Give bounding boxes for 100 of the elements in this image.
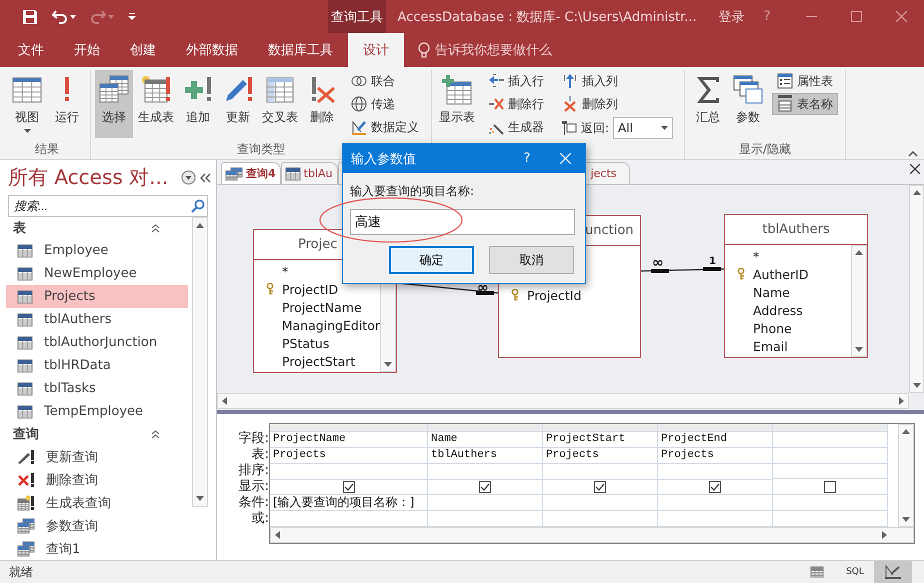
ribbon-button[interactable]: 生成表 bbox=[135, 70, 177, 138]
column-selector[interactable] bbox=[428, 424, 542, 432]
close-tab-button[interactable] bbox=[910, 164, 920, 174]
field-name[interactable]: * bbox=[753, 248, 760, 264]
field-name[interactable]: Email bbox=[753, 338, 788, 354]
parameter-input[interactable]: 高速 bbox=[350, 209, 575, 235]
help-button[interactable]: ? bbox=[509, 151, 545, 166]
nav-item[interactable]: 查询1 bbox=[6, 537, 188, 560]
design-view-button[interactable] bbox=[874, 561, 912, 583]
ribbon-tab[interactable]: 文件 bbox=[3, 33, 59, 67]
field-name[interactable]: ProjectId bbox=[527, 288, 582, 302]
sign-in-link[interactable]: 登录 bbox=[718, 8, 745, 26]
column-selector[interactable] bbox=[658, 424, 772, 432]
field-name[interactable]: Name bbox=[753, 284, 790, 300]
scrollbar[interactable] bbox=[909, 185, 924, 393]
ribbon-button[interactable]: 删除行 bbox=[483, 93, 549, 115]
field-cell[interactable]: ProjectName bbox=[270, 432, 427, 448]
field-name[interactable]: ProjectStart bbox=[282, 354, 356, 368]
return-dropdown[interactable]: All bbox=[613, 117, 674, 139]
tell-me-text[interactable]: 告诉我你想要做什么 bbox=[435, 41, 552, 59]
nav-group-label[interactable]: 查询 bbox=[13, 425, 39, 443]
ribbon-tab[interactable]: 外部数据 bbox=[171, 33, 253, 67]
ribbon-button[interactable]: 联合 bbox=[346, 70, 424, 92]
collapse-ribbon-button[interactable] bbox=[908, 151, 918, 157]
nav-item[interactable]: NewEmployee bbox=[6, 262, 188, 285]
nav-item[interactable]: tblAuthers bbox=[6, 308, 188, 331]
ribbon-button[interactable]: 数据定义 bbox=[346, 116, 424, 138]
scrollbar[interactable] bbox=[192, 217, 208, 507]
nav-item[interactable]: 生成表查询 bbox=[6, 491, 188, 514]
document-tab[interactable]: tblAu bbox=[280, 162, 338, 184]
scrollbar[interactable] bbox=[851, 245, 867, 357]
table-cell[interactable]: tblAuthers bbox=[428, 448, 542, 464]
nav-item[interactable]: tblAuthorJunction bbox=[6, 331, 188, 354]
nav-item[interactable]: 更新查询 bbox=[6, 445, 188, 468]
nav-item[interactable]: Employee bbox=[6, 239, 188, 262]
field-name[interactable]: ProjectName bbox=[282, 300, 362, 314]
field-name[interactable]: Address bbox=[753, 302, 803, 318]
nav-item[interactable]: Projects bbox=[6, 285, 188, 308]
ribbon-button[interactable]: 显示表 bbox=[436, 70, 478, 138]
ribbon-button[interactable]: 参数 bbox=[729, 70, 768, 138]
ribbon-button[interactable]: 插入行 bbox=[483, 70, 549, 92]
criteria-cell[interactable]: [输入要查询的项目名称：] bbox=[273, 495, 414, 510]
column-selector[interactable] bbox=[543, 424, 657, 432]
ok-button[interactable]: 确定 bbox=[389, 246, 474, 274]
field-cell[interactable]: ProjectEnd bbox=[658, 432, 772, 448]
ribbon-button[interactable]: 属性表 bbox=[772, 70, 838, 92]
field-list-window[interactable]: tblAuthers * AutherID Name Address Phone Email bbox=[724, 214, 868, 358]
ribbon-button[interactable]: 交叉表 bbox=[259, 70, 301, 138]
customize-button[interactable] bbox=[126, 10, 138, 22]
ribbon-button[interactable]: 传递 bbox=[346, 93, 424, 115]
nav-item[interactable]: 删除查询 bbox=[6, 468, 188, 491]
field-name[interactable]: AutherID bbox=[753, 266, 808, 282]
sql-view-button[interactable]: SQL bbox=[836, 561, 874, 583]
field-name[interactable]: Phone bbox=[753, 320, 792, 336]
search-field[interactable]: 搜索... bbox=[12, 198, 191, 214]
nav-item[interactable]: tblHRData bbox=[6, 354, 188, 377]
ribbon-tab[interactable]: 设计 bbox=[348, 33, 404, 67]
show-checkbox[interactable] bbox=[824, 480, 836, 493]
nav-item[interactable]: 参数查询 bbox=[6, 514, 188, 537]
search-box[interactable]: 搜索... bbox=[8, 195, 208, 217]
column-selector[interactable] bbox=[773, 424, 887, 432]
ribbon-button[interactable]: 删除 bbox=[303, 70, 341, 138]
table-cell[interactable]: Projects bbox=[270, 448, 427, 464]
nav-item[interactable]: TempEmployee bbox=[6, 400, 188, 423]
scrollbar[interactable] bbox=[270, 527, 914, 543]
ribbon-tab[interactable]: 数据库工具 bbox=[253, 33, 348, 67]
show-checkbox[interactable] bbox=[342, 480, 354, 493]
scrollbar[interactable] bbox=[898, 424, 914, 527]
field-name[interactable]: ProjectID bbox=[282, 282, 338, 296]
ribbon-button[interactable]: 汇总 bbox=[689, 70, 728, 138]
ribbon-button[interactable]: 插入列 bbox=[557, 70, 678, 92]
field-name[interactable]: PStatus bbox=[282, 336, 330, 350]
query-icon bbox=[17, 540, 35, 556]
cancel-button[interactable]: 取消 bbox=[489, 246, 574, 274]
ribbon-button[interactable]: 追加 bbox=[179, 70, 217, 138]
ribbon-button[interactable]: 表名称 bbox=[772, 93, 838, 115]
ribbon-button[interactable]: 生成器 bbox=[483, 116, 549, 138]
ribbon-button[interactable]: 删除列 bbox=[557, 93, 678, 115]
nav-pane-title[interactable]: 所有 Access 对... bbox=[8, 164, 177, 191]
field-name[interactable]: ManagingEditor bbox=[282, 318, 380, 332]
table-cell[interactable]: Projects bbox=[543, 448, 657, 464]
table-cell[interactable]: Projects bbox=[658, 448, 772, 464]
close-icon bbox=[910, 164, 920, 174]
ribbon-button[interactable]: 选择 bbox=[95, 70, 133, 138]
field-name[interactable]: * bbox=[282, 264, 288, 278]
show-checkbox[interactable] bbox=[709, 481, 721, 494]
ribbon-button[interactable]: 运行 bbox=[48, 70, 86, 138]
document-tab[interactable]: 查询4 bbox=[221, 162, 281, 184]
scrollbar[interactable] bbox=[217, 393, 909, 409]
field-cell[interactable]: Name bbox=[428, 432, 542, 448]
ribbon-tab[interactable]: 创建 bbox=[115, 33, 171, 67]
field-cell[interactable]: ProjectStart bbox=[543, 432, 657, 448]
show-checkbox[interactable] bbox=[479, 481, 491, 494]
ribbon-button[interactable]: 视图 bbox=[8, 70, 46, 138]
ribbon-button[interactable]: 更新 bbox=[219, 70, 257, 138]
ribbon-tab[interactable]: 开始 bbox=[59, 33, 115, 67]
nav-item[interactable]: tblTasks bbox=[6, 377, 188, 400]
nav-group-label[interactable]: 表 bbox=[13, 219, 26, 237]
column-selector[interactable] bbox=[270, 424, 427, 432]
show-checkbox[interactable] bbox=[594, 481, 606, 494]
